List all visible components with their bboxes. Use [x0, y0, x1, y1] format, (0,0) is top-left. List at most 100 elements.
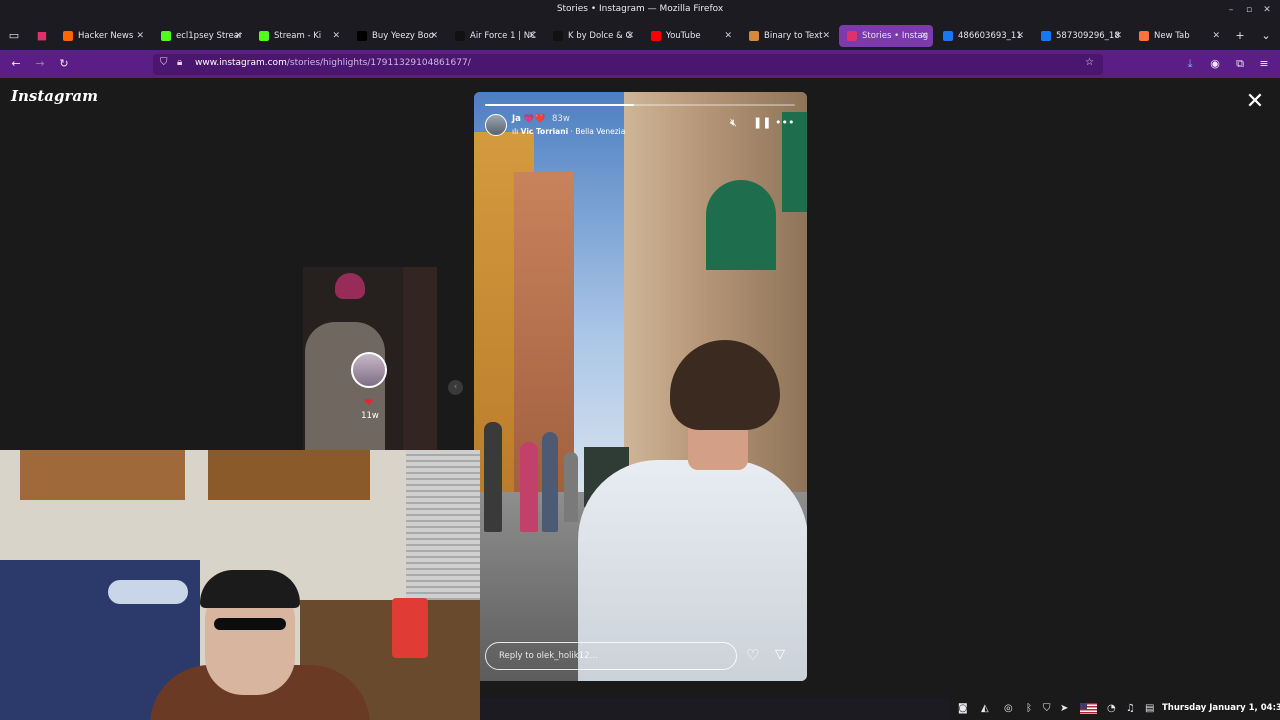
tab-2[interactable]: Stream - Ki ✕: [251, 25, 345, 47]
instagram-icon: [847, 31, 857, 41]
downloads-icon[interactable]: ⤓: [1182, 56, 1198, 72]
cam-canister: [392, 598, 428, 658]
tab-5[interactable]: K by Dolce & G ✕: [545, 25, 639, 47]
tab-0[interactable]: Hacker News ✕: [55, 25, 149, 47]
window-title: Stories • Instagram — Mozilla Firefox: [556, 4, 724, 14]
screen: Stories • Instagram — Mozilla Firefox – …: [0, 0, 1280, 720]
minimize-icon[interactable]: –: [1224, 3, 1238, 17]
url-host: www.instagram.com: [195, 58, 287, 68]
close-tab-icon[interactable]: ✕: [528, 30, 536, 42]
tab-7[interactable]: Binary to Text ✕: [741, 25, 835, 47]
lock-icon[interactable]: 🔒︎: [177, 57, 182, 68]
heart-outline-icon[interactable]: ♡: [746, 647, 759, 663]
tab-1[interactable]: ecl1psey Stream ✕: [153, 25, 247, 47]
tab-4[interactable]: Air Force 1 | NC ✕: [447, 25, 541, 47]
tab-11[interactable]: New Tab ✕: [1131, 25, 1225, 47]
story-awning: [706, 180, 776, 270]
navigation-toolbar: ← → ↻ ⛉ 🔒︎ www.instagram.com/stories/hig…: [0, 50, 1280, 78]
window-titlebar: Stories • Instagram — Mozilla Firefox – …: [0, 0, 1280, 22]
reply-input[interactable]: Reply to olek_holik12...: [485, 642, 737, 670]
youtube-icon: [651, 31, 661, 41]
tab-list-icon[interactable]: ▭: [6, 28, 22, 44]
close-tab-icon[interactable]: ✕: [822, 30, 830, 42]
story-time: 83w: [552, 114, 570, 124]
tab-label: New Tab: [1154, 31, 1190, 41]
reload-icon[interactable]: ↻: [56, 56, 72, 72]
cam-shelf: [20, 450, 185, 500]
bluetooth-icon[interactable]: ᛒ: [1026, 702, 1032, 716]
tab-10[interactable]: 587309296_18 ✕: [1033, 25, 1127, 47]
story-person: [578, 340, 807, 681]
facebook-icon: [1041, 31, 1051, 41]
telegram-icon[interactable]: ➤: [1060, 702, 1068, 716]
pinned-tab-icon[interactable]: ■: [34, 28, 50, 44]
tab-label: K by Dolce & G: [568, 31, 633, 41]
close-tab-icon[interactable]: ✕: [920, 30, 928, 42]
extension-icon[interactable]: ◉: [1207, 56, 1223, 72]
menu-icon[interactable]: ≡: [1256, 56, 1272, 72]
kick-icon: [259, 31, 269, 41]
tab-6[interactable]: YouTube ✕: [643, 25, 737, 47]
close-tab-icon[interactable]: ✕: [724, 30, 732, 42]
nike-icon: [455, 31, 465, 41]
extensions-puzzle-icon[interactable]: ⧉: [1232, 56, 1248, 72]
cam-pillow: [108, 580, 188, 604]
tab-8[interactable]: Stories • Instag ✕: [839, 25, 933, 47]
story-music[interactable]: ılı Vic Torriani · Bella Venezia: [512, 127, 625, 136]
us-flag-icon[interactable]: [1080, 703, 1097, 714]
close-window-icon[interactable]: ✕: [1260, 3, 1274, 17]
tab-bar: ▭ ■ Hacker News ✕ ecl1psey Stream ✕ Stream -…: [0, 22, 1280, 50]
address-bar[interactable]: ⛉ 🔒︎ www.instagram.com/stories/highlight…: [153, 54, 1103, 75]
tab-label: Stream - Ki: [274, 31, 322, 41]
new-tab-icon[interactable]: +: [1232, 28, 1248, 44]
close-tab-icon[interactable]: ✕: [234, 30, 242, 42]
close-tab-icon[interactable]: ✕: [1016, 30, 1024, 42]
forward-icon[interactable]: →: [32, 56, 48, 72]
close-tab-icon[interactable]: ✕: [430, 30, 438, 42]
page-icon: [357, 31, 367, 41]
firefox-icon: [1139, 31, 1149, 41]
chevron-down-icon[interactable]: ⌄: [1258, 28, 1274, 44]
tab-3[interactable]: Buy Yeezy Boo ✕: [349, 25, 443, 47]
close-icon[interactable]: ✕: [1244, 91, 1266, 114]
person-hair: [670, 340, 780, 430]
music-note-icon[interactable]: ♫: [1126, 702, 1135, 716]
send-icon[interactable]: ▽: [775, 647, 785, 663]
bookmark-star-icon[interactable]: ☆: [1085, 57, 1094, 68]
close-tab-icon[interactable]: ✕: [1114, 30, 1122, 42]
discord-icon[interactable]: ◙: [958, 702, 968, 716]
url-path: /stories/highlights/17911329104861677/: [286, 58, 471, 68]
clock[interactable]: Thursday January 1, 04:39: [1162, 703, 1280, 713]
story-viewer[interactable]: Ja 💗❤️ 83w ılı Vic Torriani · Bella Vene…: [474, 92, 807, 681]
cam-person-sunglasses: [214, 618, 286, 630]
instagram-logo[interactable]: Instagram: [11, 87, 98, 105]
close-tab-icon[interactable]: ✕: [136, 30, 144, 42]
preview-hat: [335, 273, 365, 299]
cam-shelf-2: [208, 450, 370, 500]
story-username[interactable]: Ja 💗❤️: [512, 114, 545, 124]
story-avatar[interactable]: [485, 114, 507, 136]
steam-icon[interactable]: ◭: [981, 702, 989, 716]
previous-story-avatar[interactable]: [351, 352, 387, 388]
clipboard-icon[interactable]: ▤: [1145, 702, 1154, 716]
chevron-left-icon[interactable]: ‹: [448, 380, 463, 395]
mute-icon[interactable]: 🔇︎: [730, 116, 737, 130]
music-bars-icon: ılı: [512, 127, 521, 136]
close-tab-icon[interactable]: ✕: [332, 30, 340, 42]
pause-icon[interactable]: ❚❚: [753, 116, 771, 130]
page-icon: [553, 31, 563, 41]
back-icon[interactable]: ←: [8, 56, 24, 72]
close-tab-icon[interactable]: ✕: [1212, 30, 1220, 42]
tab-9[interactable]: 486603693_11 ✕: [935, 25, 1029, 47]
cam-person-cap: [200, 570, 300, 608]
heart-icon: ❤: [364, 396, 374, 409]
maximize-icon[interactable]: ▫: [1242, 3, 1256, 17]
tab-label: 587309296_18: [1056, 31, 1120, 41]
wifi-icon[interactable]: ◔: [1107, 702, 1116, 716]
url-text: www.instagram.com/stories/highlights/179…: [195, 58, 471, 68]
shield-icon[interactable]: ⛉: [160, 57, 168, 68]
more-options-icon[interactable]: •••: [775, 116, 794, 130]
obs-icon[interactable]: ◎: [1004, 702, 1013, 716]
close-tab-icon[interactable]: ✕: [626, 30, 634, 42]
vpn-shield-icon[interactable]: ⛉: [1043, 702, 1051, 716]
